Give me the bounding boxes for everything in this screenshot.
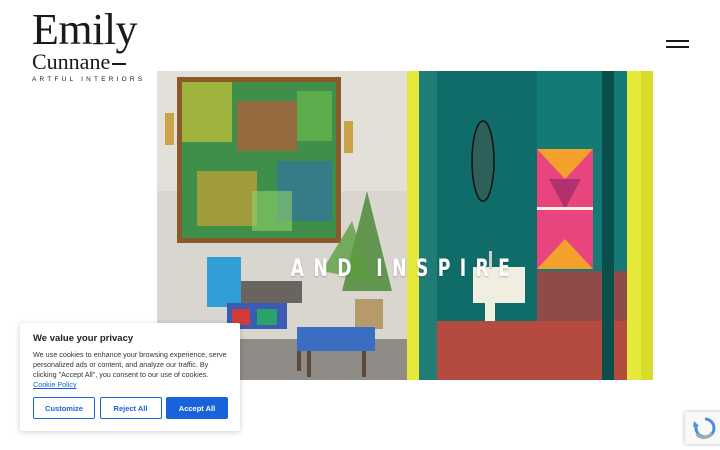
logo-tagline: ARTFUL INTERIORS [32, 76, 146, 83]
cookie-body-text: We use cookies to enhance your browsing … [33, 350, 227, 379]
logo-first-name: Emily [32, 5, 138, 54]
logo-last-name-text: Cunnane [32, 49, 111, 74]
cookie-body: We use cookies to enhance your browsing … [33, 350, 227, 390]
logo-dash [112, 63, 127, 65]
accept-all-button[interactable]: Accept All [166, 397, 228, 419]
site-logo[interactable]: Emily Cunnane ARTFUL INTERIORS [32, 5, 152, 84]
customize-button[interactable]: Customize [33, 397, 95, 419]
menu-line-bottom [666, 46, 689, 48]
hamburger-menu-icon[interactable] [666, 38, 689, 50]
menu-line-top [666, 40, 689, 42]
recaptcha-icon [693, 417, 716, 440]
cookie-title: We value your privacy [33, 333, 134, 344]
recaptcha-badge[interactable] [685, 412, 720, 444]
cookie-policy-link[interactable]: Cookie Policy [33, 380, 77, 389]
reject-all-button[interactable]: Reject All [99, 397, 162, 419]
cookie-buttons: Customize Reject All Accept All [33, 397, 228, 419]
hero-overlay-text: AND INSPIRE [290, 254, 520, 282]
cookie-consent-banner: We value your privacy We use cookies to … [20, 323, 240, 431]
